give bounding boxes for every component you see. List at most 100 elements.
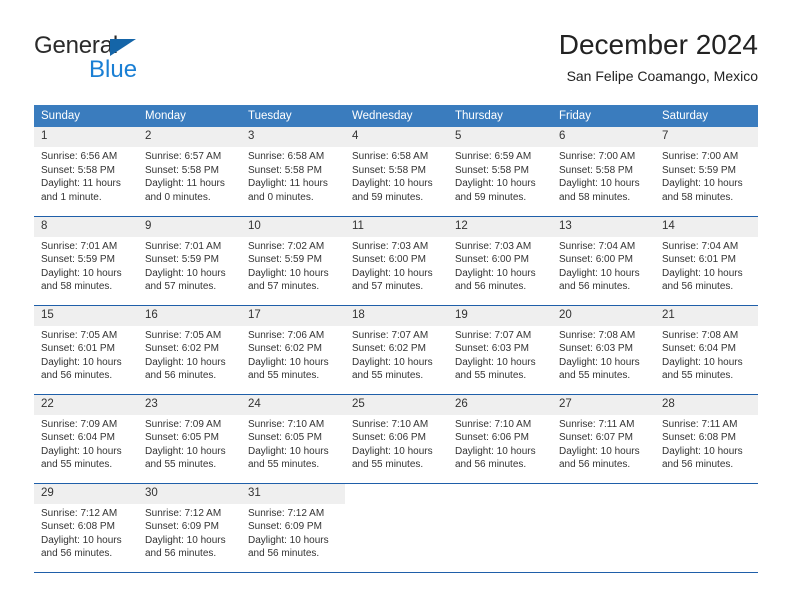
calendar-day-cell[interactable]: 10 Sunrise: 7:02 AM Sunset: 5:59 PM Dayligh… <box>241 215 345 305</box>
day-cell-inner: 9 Sunrise: 7:01 AM Sunset: 5:59 PM Daylight… <box>138 216 241 305</box>
day-sun-info: Sunrise: 7:01 AM Sunset: 5:59 PM Daylight:… <box>138 237 241 294</box>
weekday-header-tuesday: Tuesday <box>241 105 345 127</box>
calendar-day-cell[interactable]: 24 Sunrise: 7:10 AM Sunset: 6:05 PM Dayligh… <box>241 393 345 483</box>
calendar-day-cell[interactable]: 3 Sunrise: 6:58 AM Sunset: 5:58 PM Daylight… <box>241 127 345 216</box>
sunrise-text: Sunrise: 7:03 AM <box>455 240 532 252</box>
calendar-day-cell[interactable]: 22 Sunrise: 7:09 AM Sunset: 6:04 PM Dayligh… <box>34 393 138 483</box>
day-cell-inner: 21 Sunrise: 7:08 AM Sunset: 6:04 PM Dayligh… <box>655 305 758 394</box>
day-number <box>448 484 552 504</box>
day-number: 10 <box>241 216 345 237</box>
sunrise-text: Sunrise: 6:56 AM <box>41 151 118 162</box>
day-sun-info <box>655 504 758 507</box>
day-number: 27 <box>552 394 655 415</box>
daylight-text: Daylight: 10 hours and 55 minutes. <box>41 445 122 471</box>
calendar-day-cell-empty <box>345 482 448 573</box>
day-number: 15 <box>34 305 138 326</box>
day-number: 8 <box>34 216 138 237</box>
day-sun-info: Sunrise: 7:05 AM Sunset: 6:02 PM Daylight:… <box>138 326 241 383</box>
calendar-day-cell[interactable]: 13 Sunrise: 7:04 AM Sunset: 6:00 PM Dayligh… <box>552 215 655 305</box>
sunrise-text: Sunrise: 7:09 AM <box>41 418 118 430</box>
sunset-text: Sunset: 6:05 PM <box>145 432 219 444</box>
calendar-day-cell[interactable]: 17 Sunrise: 7:06 AM Sunset: 6:02 PM Dayligh… <box>241 304 345 394</box>
weekday-header-saturday: Saturday <box>655 105 758 127</box>
day-sun-info: Sunrise: 7:01 AM Sunset: 5:59 PM Daylight:… <box>34 237 138 294</box>
day-sun-info: Sunrise: 7:03 AM Sunset: 6:00 PM Daylight:… <box>448 237 552 294</box>
sunset-text: Sunset: 6:04 PM <box>662 343 736 355</box>
sunrise-text: Sunrise: 7:05 AM <box>145 329 222 341</box>
calendar-day-cell[interactable]: 18 Sunrise: 7:07 AM Sunset: 6:02 PM Dayligh… <box>345 304 448 394</box>
calendar-day-cell[interactable]: 4 Sunrise: 6:58 AM Sunset: 5:58 PM Daylight… <box>345 127 448 216</box>
calendar-day-cell[interactable]: 14 Sunrise: 7:04 AM Sunset: 6:01 PM Dayligh… <box>655 215 758 305</box>
sunrise-text: Sunrise: 7:06 AM <box>248 329 325 341</box>
daylight-text: Daylight: 10 hours and 58 minutes. <box>662 178 743 203</box>
calendar-day-cell[interactable]: 8 Sunrise: 7:01 AM Sunset: 5:59 PM Daylight… <box>34 215 138 305</box>
calendar-day-cell[interactable]: 29 Sunrise: 7:12 AM Sunset: 6:08 PM Dayligh… <box>34 482 138 573</box>
day-sun-info: Sunrise: 7:03 AM Sunset: 6:00 PM Daylight:… <box>345 237 448 294</box>
sunrise-text: Sunrise: 7:11 AM <box>662 418 738 430</box>
sunrise-text: Sunrise: 7:10 AM <box>352 418 429 430</box>
day-cell-inner: 18 Sunrise: 7:07 AM Sunset: 6:02 PM Dayligh… <box>345 305 448 394</box>
calendar-day-cell[interactable]: 30 Sunrise: 7:12 AM Sunset: 6:09 PM Dayligh… <box>138 482 241 573</box>
calendar-day-cell[interactable]: 5 Sunrise: 6:59 AM Sunset: 5:58 PM Daylight… <box>448 127 552 216</box>
calendar-day-cell[interactable]: 27 Sunrise: 7:11 AM Sunset: 6:07 PM Dayligh… <box>552 393 655 483</box>
calendar-day-cell[interactable]: 20 Sunrise: 7:08 AM Sunset: 6:03 PM Dayligh… <box>552 304 655 394</box>
day-number <box>655 484 758 504</box>
day-cell-inner <box>345 484 448 572</box>
day-number: 31 <box>241 483 345 504</box>
calendar-page: General Blue December 2024 San Felipe Co… <box>0 0 792 612</box>
sunset-text: Sunset: 6:03 PM <box>455 343 529 355</box>
weekday-header-thursday: Thursday <box>448 105 552 127</box>
calendar-day-cell[interactable]: 11 Sunrise: 7:03 AM Sunset: 6:00 PM Dayligh… <box>345 215 448 305</box>
day-cell-inner: 4 Sunrise: 6:58 AM Sunset: 5:58 PM Daylight… <box>345 127 448 215</box>
calendar-day-cell[interactable]: 19 Sunrise: 7:07 AM Sunset: 6:03 PM Dayligh… <box>448 304 552 394</box>
calendar-day-cell[interactable]: 15 Sunrise: 7:05 AM Sunset: 6:01 PM Dayligh… <box>34 304 138 394</box>
calendar-day-cell[interactable]: 31 Sunrise: 7:12 AM Sunset: 6:09 PM Dayligh… <box>241 482 345 573</box>
sunset-text: Sunset: 5:58 PM <box>41 164 115 176</box>
calendar-day-cell[interactable]: 6 Sunrise: 7:00 AM Sunset: 5:58 PM Daylight… <box>552 127 655 216</box>
daylight-text: Daylight: 10 hours and 55 minutes. <box>145 445 226 471</box>
daylight-text: Daylight: 10 hours and 55 minutes. <box>248 356 329 382</box>
calendar-day-cell[interactable]: 12 Sunrise: 7:03 AM Sunset: 6:00 PM Dayligh… <box>448 215 552 305</box>
day-sun-info: Sunrise: 7:10 AM Sunset: 6:06 PM Daylight:… <box>345 415 448 472</box>
calendar-day-cell[interactable]: 1 Sunrise: 6:56 AM Sunset: 5:58 PM Daylight… <box>34 127 138 216</box>
calendar-day-cell[interactable]: 7 Sunrise: 7:00 AM Sunset: 5:59 PM Daylight… <box>655 127 758 216</box>
sunrise-text: Sunrise: 7:12 AM <box>145 507 222 519</box>
weekday-header-sunday: Sunday <box>34 105 138 127</box>
calendar-day-cell[interactable]: 2 Sunrise: 6:57 AM Sunset: 5:58 PM Daylight… <box>138 127 241 216</box>
day-number: 28 <box>655 394 758 415</box>
sunrise-text: Sunrise: 7:11 AM <box>559 418 635 430</box>
title-block: December 2024 San Felipe Coamango, Mexic… <box>559 28 758 85</box>
sunset-text: Sunset: 6:07 PM <box>559 432 633 444</box>
day-sun-info: Sunrise: 7:08 AM Sunset: 6:03 PM Daylight:… <box>552 326 655 383</box>
day-number: 21 <box>655 305 758 326</box>
day-number: 6 <box>552 127 655 147</box>
calendar-day-cell[interactable]: 21 Sunrise: 7:08 AM Sunset: 6:04 PM Dayligh… <box>655 304 758 394</box>
sunrise-text: Sunrise: 6:58 AM <box>248 151 325 162</box>
general-blue-logo[interactable]: General Blue <box>34 33 254 85</box>
calendar-body: 1 Sunrise: 6:56 AM Sunset: 5:58 PM Daylight… <box>34 127 758 573</box>
day-cell-inner: 8 Sunrise: 7:01 AM Sunset: 5:59 PM Daylight… <box>34 216 138 305</box>
day-cell-inner: 19 Sunrise: 7:07 AM Sunset: 6:03 PM Dayligh… <box>448 305 552 394</box>
day-number <box>552 484 655 504</box>
calendar-day-cell[interactable]: 26 Sunrise: 7:10 AM Sunset: 6:06 PM Dayligh… <box>448 393 552 483</box>
calendar-day-cell[interactable]: 25 Sunrise: 7:10 AM Sunset: 6:06 PM Dayligh… <box>345 393 448 483</box>
sunrise-text: Sunrise: 7:00 AM <box>559 151 636 162</box>
calendar-day-cell-empty <box>655 482 758 573</box>
daylight-text: Daylight: 10 hours and 56 minutes. <box>248 534 329 560</box>
daylight-text: Daylight: 10 hours and 55 minutes. <box>662 356 743 382</box>
day-cell-inner: 30 Sunrise: 7:12 AM Sunset: 6:09 PM Dayligh… <box>138 483 241 572</box>
logo-text-blue: Blue <box>89 56 138 83</box>
daylight-text: Daylight: 10 hours and 56 minutes. <box>145 534 226 560</box>
day-sun-info: Sunrise: 6:57 AM Sunset: 5:58 PM Daylight:… <box>138 147 241 204</box>
calendar-day-cell[interactable]: 23 Sunrise: 7:09 AM Sunset: 6:05 PM Dayligh… <box>138 393 241 483</box>
sunset-text: Sunset: 6:08 PM <box>41 521 115 533</box>
calendar-day-cell[interactable]: 28 Sunrise: 7:11 AM Sunset: 6:08 PM Dayligh… <box>655 393 758 483</box>
day-sun-info: Sunrise: 7:10 AM Sunset: 6:06 PM Daylight:… <box>448 415 552 472</box>
sunset-text: Sunset: 6:05 PM <box>248 432 322 444</box>
day-cell-inner: 16 Sunrise: 7:05 AM Sunset: 6:02 PM Dayligh… <box>138 305 241 394</box>
calendar-day-cell[interactable]: 9 Sunrise: 7:01 AM Sunset: 5:59 PM Daylight… <box>138 215 241 305</box>
sunrise-text: Sunrise: 7:03 AM <box>352 240 429 252</box>
calendar-day-cell[interactable]: 16 Sunrise: 7:05 AM Sunset: 6:02 PM Dayligh… <box>138 304 241 394</box>
day-number: 18 <box>345 305 448 326</box>
day-sun-info: Sunrise: 7:12 AM Sunset: 6:08 PM Daylight:… <box>34 504 138 561</box>
